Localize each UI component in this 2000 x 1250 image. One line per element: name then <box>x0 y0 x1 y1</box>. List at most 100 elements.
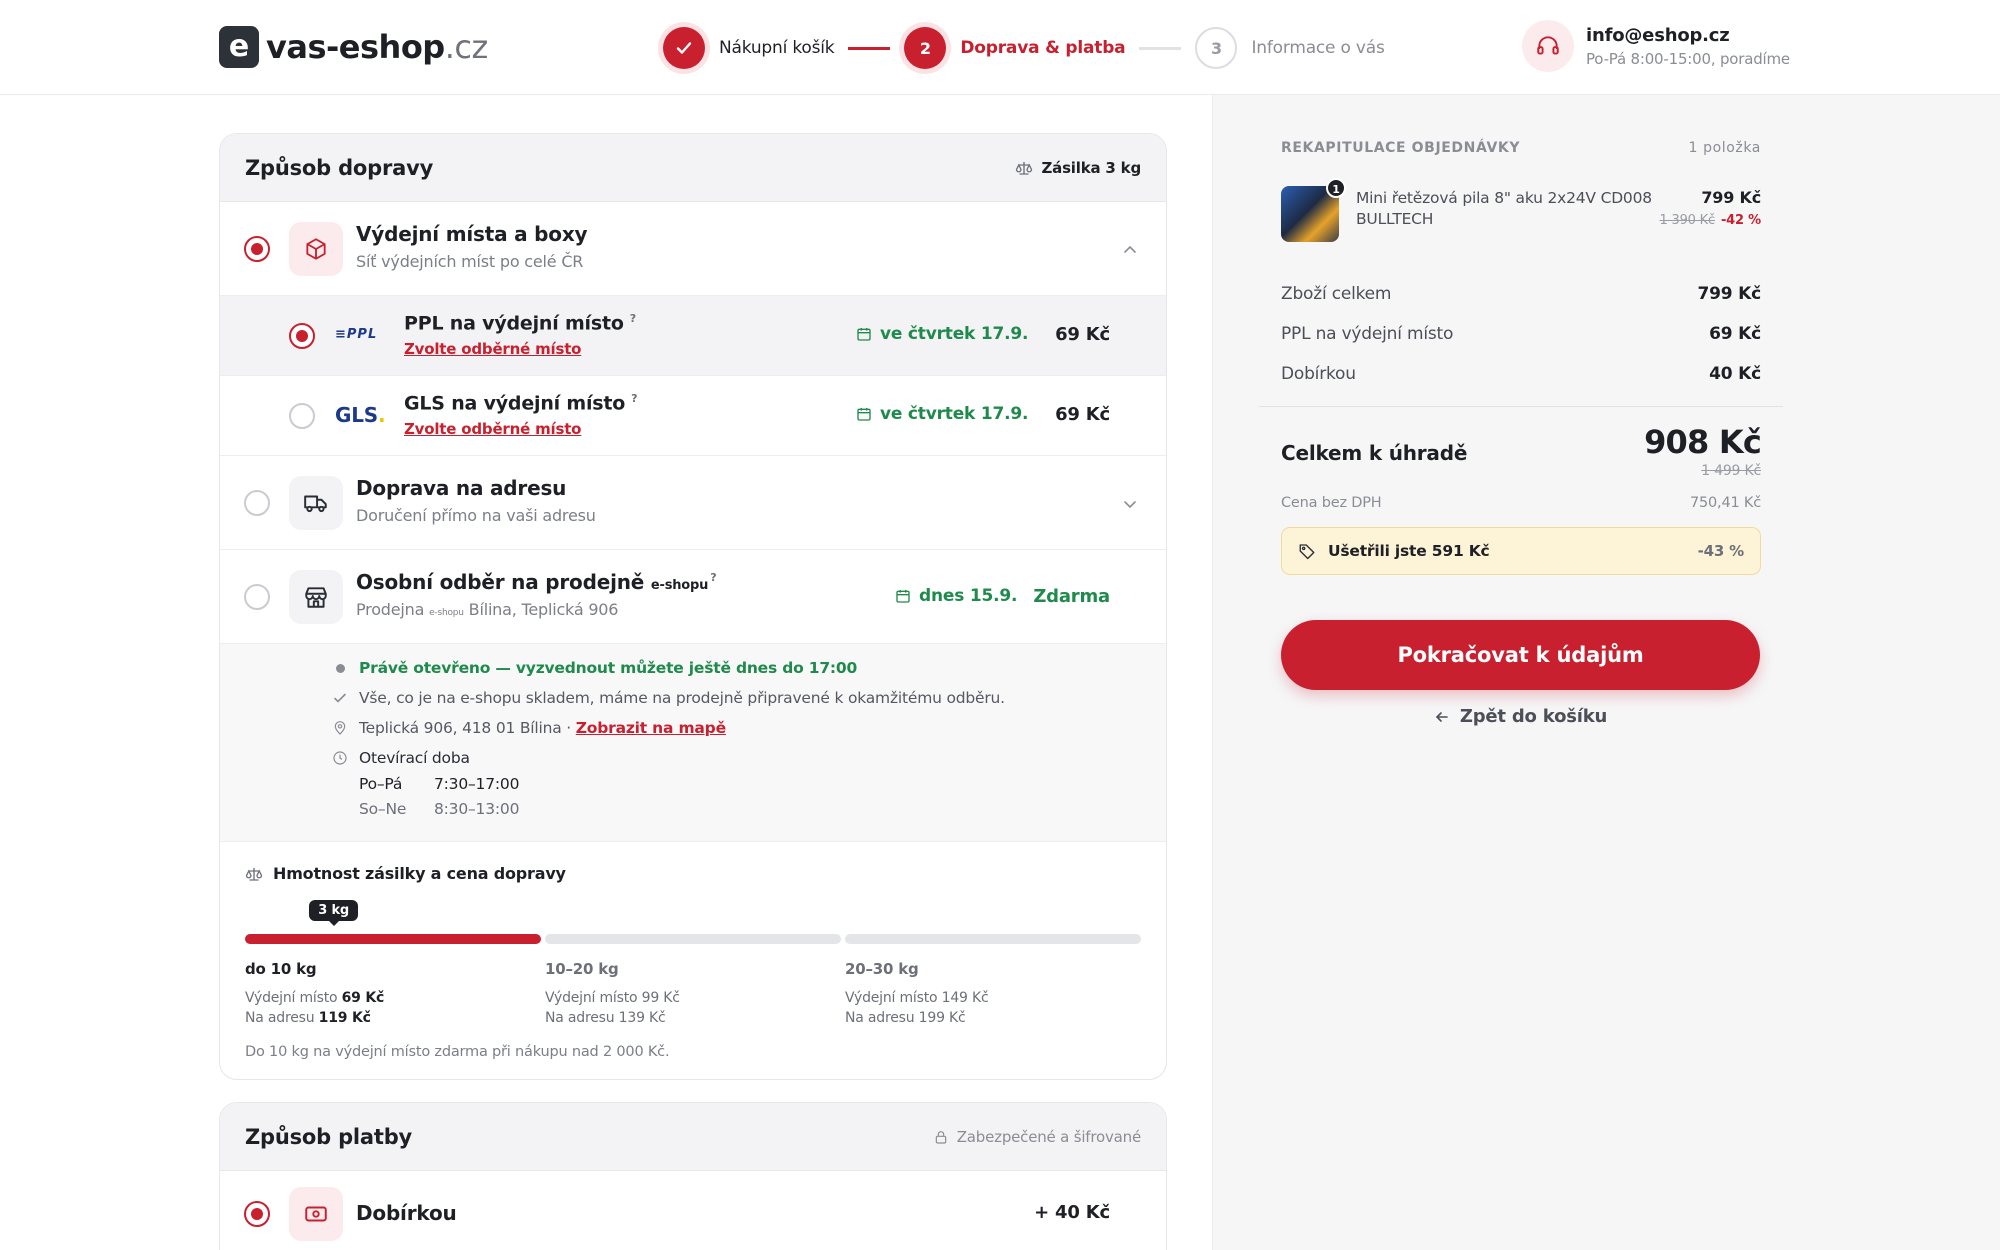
show-map-link[interactable]: Zobrazit na mapě <box>576 719 726 737</box>
total-old-price: 1 499 Kč <box>1701 463 1761 479</box>
gls-choose-point-link[interactable]: Zvolte odběrné místo <box>404 420 581 438</box>
address-group-title: Doprava na adresu <box>356 476 567 500</box>
hours-row: So–Ne 8:30–13:00 <box>359 800 520 818</box>
calendar-icon <box>896 590 910 603</box>
pickup-group-radio[interactable] <box>244 236 270 262</box>
help-icon[interactable]: ? <box>630 312 636 325</box>
ppl-date: ve čtvrtek 17.9. <box>856 324 1028 344</box>
summary-total: Celkem k úhradě 908 Kč 1 499 Kč <box>1281 407 1762 497</box>
shipping-option-store[interactable]: Osobní odběr na prodejně e-shopu? Prodej… <box>220 550 1166 644</box>
cod-title: Dobírkou <box>356 1201 457 1225</box>
check-icon <box>334 693 346 703</box>
tier-address-price: Na adresu 119 Kč <box>245 1010 371 1026</box>
ppl-logo-icon: ≡PPL <box>335 327 378 342</box>
cod-radio[interactable] <box>244 1201 270 1227</box>
ppl-title: PPL na výdejní místo? <box>404 312 636 335</box>
shipping-option-ppl[interactable]: ≡PPL PPL na výdejní místo? Zvolte odběrn… <box>220 296 1166 376</box>
arrow-left-icon <box>1435 711 1448 722</box>
weight-badge-text: Zásilka 3 kg <box>1041 158 1141 177</box>
weight-badge: Zásilka 3 kg <box>1015 159 1141 177</box>
help-icon[interactable]: ? <box>710 571 716 584</box>
pickup-group-subtitle: Síť výdejních míst po celé ČR <box>356 252 584 271</box>
calendar-icon <box>857 408 871 421</box>
summary-row-shipping: PPL na výdejní místo 69 Kč <box>1281 324 1761 344</box>
product-name[interactable]: Mini řetězová pila 8" aku 2x24V CD008 BU… <box>1356 188 1656 230</box>
shipping-group-pickup[interactable]: Výdejní místa a boxy Síť výdejních míst … <box>220 202 1166 296</box>
savings-percent: -43 % <box>1697 542 1745 560</box>
cash-icon <box>289 1187 343 1241</box>
weight-indicator-tooltip: 3 kg <box>309 900 359 926</box>
weight-pricing-title: Hmotnost zásilky a cena dopravy <box>245 864 566 883</box>
step-1-check-icon[interactable] <box>663 27 705 69</box>
tier-address-price: Na adresu 199 Kč <box>845 1010 966 1026</box>
summary-rows: Zboží celkem 799 Kč PPL na výdejní místo 6… <box>1281 274 1761 394</box>
store-subtitle: Prodejna e-shopu Bílina, Teplická 906 <box>356 600 619 619</box>
gls-price: 69 Kč <box>1055 404 1110 425</box>
chevron-up-icon[interactable] <box>1122 242 1138 258</box>
box-icon <box>289 222 343 276</box>
tier-address-price: Na adresu 139 Kč <box>545 1010 666 1026</box>
summary-title: REKAPITULACE OBJEDNÁVKY <box>1281 140 1521 156</box>
step-connector <box>1139 46 1182 50</box>
store-icon <box>289 570 343 624</box>
chevron-down-icon[interactable] <box>1122 496 1138 512</box>
help-icon[interactable]: ? <box>631 392 637 405</box>
summary-row-goods: Zboží celkem 799 Kč <box>1281 284 1761 304</box>
store-address: Teplická 906, 418 01 Bílina · Zobrazit n… <box>330 719 726 737</box>
hours-row: Po–Pá 7:30–17:00 <box>359 775 520 793</box>
step-3-label: Informace o vás <box>1251 38 1385 58</box>
payment-title: Způsob platby <box>245 1124 413 1149</box>
savings-banner: Ušetřili jste 591 Kč -43 % <box>1281 527 1761 575</box>
back-to-cart-link[interactable]: Zpět do košíku <box>1281 706 1760 727</box>
step-1-label[interactable]: Nákupní košík <box>719 38 835 58</box>
store-open-status: Právě otevřeno — vyzvednout můžete ještě… <box>330 659 857 677</box>
cod-price: + 40 Kč <box>1034 1202 1110 1223</box>
scale-icon <box>245 867 263 881</box>
continue-button[interactable]: Pokračovat k údajům <box>1281 620 1760 690</box>
payment-card-header: Způsob platby Zabezpečené a šifrované <box>220 1103 1166 1171</box>
step-connector <box>848 46 891 50</box>
tier-label: do 10 kg <box>245 960 317 978</box>
weight-tier-bar <box>545 934 841 944</box>
gls-title: GLS na výdejní místo? <box>404 392 638 415</box>
headset-icon <box>1522 20 1574 72</box>
shipping-group-address[interactable]: Doprava na adresu Doručení přímo na vaši… <box>220 456 1166 550</box>
product-price: 799 Kč <box>1701 188 1761 207</box>
store-price: Zdarma <box>1033 586 1110 607</box>
logo-mark: e <box>219 26 259 68</box>
opening-hours-title: Otevírací doba <box>330 749 470 767</box>
summary-header: REKAPITULACE OBJEDNÁVKY 1 položka <box>1281 140 1761 156</box>
vat-row: Cena bez DPH 750,41 Kč <box>1281 495 1761 511</box>
store-info: Právě otevřeno — vyzvednout můžete ještě… <box>220 644 1166 842</box>
clock-icon <box>333 751 347 765</box>
address-group-radio[interactable] <box>244 490 270 516</box>
tier-pickup-price: Výdejní místo 99 Kč <box>545 990 680 1006</box>
total-label: Celkem k úhradě <box>1281 441 1468 465</box>
summary-count: 1 položka <box>1688 140 1761 156</box>
product-old-price: 1 390 Kč -42 % <box>1659 213 1762 228</box>
scale-icon <box>1016 161 1033 175</box>
ppl-choose-point-link[interactable]: Zvolte odběrné místo <box>404 340 581 358</box>
payment-option-cod[interactable]: Dobírkou + 40 Kč <box>220 1171 1166 1250</box>
store-stock-note: Vše, co je na e-shopu skladem, máme na p… <box>330 689 1005 707</box>
checkout-steps: Nákupní košík 2 Doprava & platba 3 Infor… <box>663 26 1385 70</box>
gls-radio[interactable] <box>289 403 315 429</box>
support-email[interactable]: info@eshop.cz <box>1586 25 1790 46</box>
weight-tier-bar <box>845 934 1141 944</box>
summary-row-payment: Dobírkou 40 Kč <box>1281 364 1761 384</box>
pickup-group-title: Výdejní místa a boxy <box>356 222 588 246</box>
calendar-icon <box>857 328 871 341</box>
ppl-radio[interactable] <box>289 323 315 349</box>
shipping-title: Způsob dopravy <box>245 155 434 180</box>
logo-tld: .cz <box>444 28 489 66</box>
payment-card: Způsob platby Zabezpečené a šifrované Do… <box>219 1102 1167 1250</box>
total-price: 908 Kč <box>1644 423 1762 461</box>
logo[interactable]: e vas-eshop .cz <box>219 26 488 68</box>
tag-icon <box>1299 544 1315 560</box>
shipping-option-gls[interactable]: GLS. GLS na výdejní místo? Zvolte odběrn… <box>220 376 1166 456</box>
shipping-card-header: Způsob dopravy Zásilka 3 kg <box>220 134 1166 202</box>
shipping-card: Způsob dopravy Zásilka 3 kg Výdejní míst… <box>219 133 1167 1080</box>
logo-name: vas-eshop <box>266 28 445 66</box>
tier-label: 20–30 kg <box>845 960 919 978</box>
store-radio[interactable] <box>244 584 270 610</box>
